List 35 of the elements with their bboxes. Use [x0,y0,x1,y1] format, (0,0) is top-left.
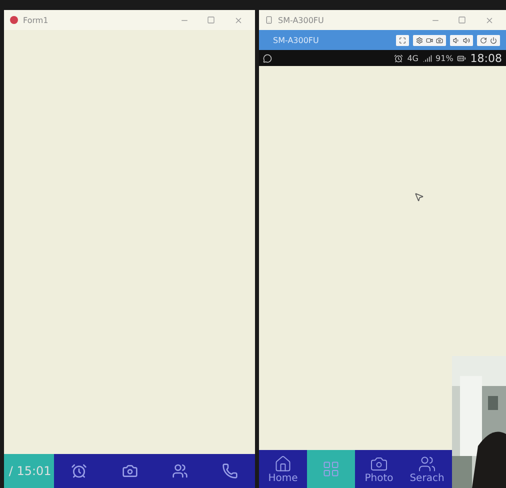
messenger-icon [263,54,272,62]
nav-icon [71,463,88,479]
phone-icon [265,16,273,24]
close-icon [484,16,494,24]
app-icon [10,16,18,24]
nav-icon [172,463,188,479]
home-icon [274,454,292,472]
nav-icon [222,463,238,479]
camera-icon [370,454,388,472]
close-icon [234,16,242,24]
signal-icon [422,54,432,62]
maximize-icon [458,16,466,24]
device-name: SM-A300FU [273,36,319,44]
network-type: 4G [407,54,419,62]
window-title: Form1 [23,16,48,24]
maximize-icon [207,16,215,24]
fullscreen-icon [399,36,406,44]
taskbar-time: / 15:01 [8,464,52,478]
battery-percent: 91% [436,54,454,62]
grid-icon [322,460,340,478]
camera-icon[interactable] [436,36,443,44]
battery-icon [457,54,466,62]
settings-icon[interactable] [416,36,423,44]
video-icon[interactable] [426,36,433,44]
window-title: SM-A300FU [278,16,324,24]
volume-down-icon[interactable] [453,36,460,44]
fullscreen-button[interactable] [396,34,409,46]
clock: 18:08 [470,52,502,64]
users-icon [418,454,436,472]
cursor-icon [414,192,424,202]
volume-up-icon[interactable] [463,36,470,44]
rotate-icon[interactable] [480,36,487,44]
power-icon[interactable] [490,36,497,44]
nav-icon [122,463,138,479]
alarm-icon [394,54,404,62]
